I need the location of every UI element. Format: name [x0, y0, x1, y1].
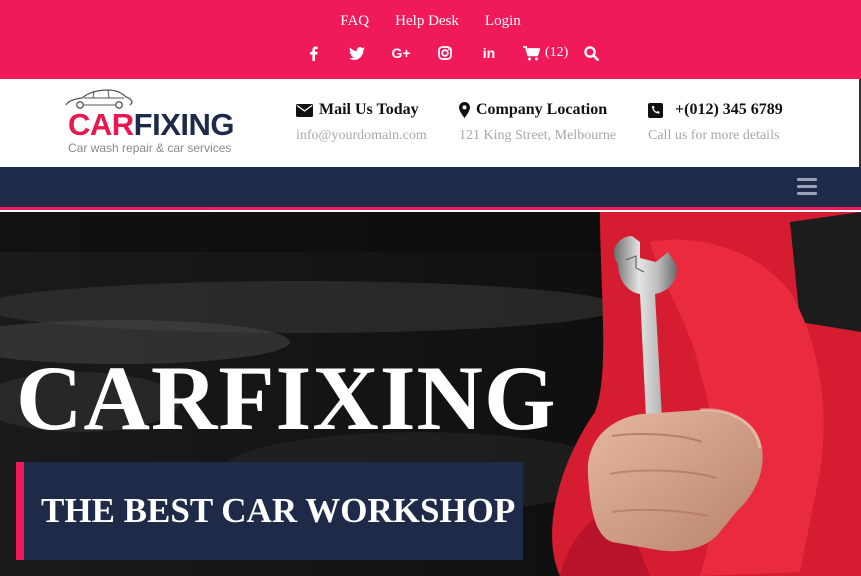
location-address: 121 King Street, Melbourne [459, 128, 617, 143]
phone-note: Call us for more details [648, 128, 780, 143]
logo-tagline: Car wash repair & car services [68, 141, 232, 155]
instagram-icon[interactable] [435, 43, 455, 63]
logo[interactable]: CARFIXING Car wash repair & car services [64, 86, 244, 158]
mail-info: Mail Us Today info@yourdomain.com [296, 101, 427, 144]
hero-subtitle: THE BEST CAR WORKSHOP [41, 491, 516, 530]
login-link[interactable]: Login [485, 13, 521, 30]
cart-button[interactable]: (12) [523, 45, 568, 61]
mail-title: Mail Us Today [319, 101, 419, 118]
logo-wordmark: CARFIXING [68, 107, 235, 142]
help-desk-link[interactable]: Help Desk [395, 13, 459, 30]
phone-number[interactable]: +(012) 345 6789 [675, 101, 783, 119]
location-title: Company Location [476, 101, 608, 118]
site-header: CARFIXING Car wash repair & car services… [0, 79, 861, 167]
main-navbar [0, 167, 861, 210]
envelope-icon [296, 103, 313, 117]
phone-info: +(012) 345 6789 Call us for more details [648, 101, 783, 144]
hero-subtitle-box: THE BEST CAR WORKSHOP [16, 462, 523, 560]
hamburger-icon[interactable] [797, 178, 817, 195]
phone-icon [648, 102, 663, 118]
twitter-icon[interactable] [347, 43, 367, 63]
cart-icon [523, 45, 540, 60]
top-bar: FAQ Help Desk Login G+ in (12) [0, 0, 861, 79]
search-icon[interactable] [584, 45, 600, 61]
cart-count: (12) [545, 45, 569, 60]
facebook-icon[interactable] [303, 43, 323, 63]
map-marker-icon [459, 102, 470, 118]
top-links: FAQ Help Desk Login [0, 13, 861, 30]
social-links: G+ in (12) [303, 43, 600, 63]
linkedin-icon[interactable]: in [479, 43, 499, 63]
mail-address[interactable]: info@yourdomain.com [296, 128, 427, 144]
hero-banner: CARFIXING THE BEST CAR WORKSHOP [0, 212, 861, 576]
location-info: Company Location 121 King Street, Melbou… [459, 101, 616, 144]
google-plus-icon[interactable]: G+ [391, 43, 411, 63]
hero-title: CARFIXING [16, 347, 557, 449]
faq-link[interactable]: FAQ [340, 13, 369, 30]
